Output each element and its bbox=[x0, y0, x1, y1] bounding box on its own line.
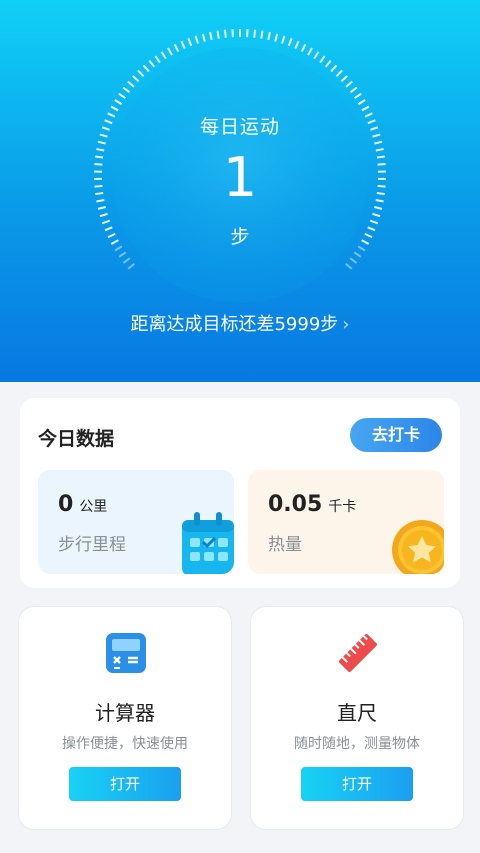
ruler-title: 直尺 bbox=[337, 701, 377, 725]
ring-tick bbox=[223, 29, 227, 38]
ring-tick bbox=[187, 38, 193, 47]
ring-tick bbox=[127, 80, 135, 88]
ruler-icon bbox=[339, 634, 377, 672]
ring-tick bbox=[216, 30, 220, 39]
ring-tick bbox=[160, 51, 167, 60]
ring-tick bbox=[267, 31, 271, 41]
calories-stat: 0.05 千卡 热量 bbox=[248, 470, 444, 574]
ring-tick bbox=[357, 99, 366, 105]
ring-tick bbox=[127, 262, 135, 270]
ring-tick bbox=[324, 59, 332, 68]
ring-tick bbox=[345, 262, 353, 270]
ring-tick bbox=[354, 92, 362, 99]
ring-tick bbox=[173, 43, 180, 53]
ring-tick bbox=[142, 64, 150, 73]
chevron-right-icon: › bbox=[342, 314, 350, 335]
ring-tick bbox=[335, 69, 343, 77]
ring-tick bbox=[137, 69, 145, 77]
hero-panel: 每日运动 1 步 距离达成目标还差5999步 › bbox=[0, 0, 480, 382]
ring-tick bbox=[294, 40, 300, 49]
distance-stat: 0 公里 步行里程 bbox=[38, 470, 234, 574]
ring-tick bbox=[154, 55, 161, 64]
check-in-button[interactable]: 去打卡 bbox=[350, 418, 442, 452]
distance-label: 步行里程 bbox=[58, 535, 126, 555]
ring-tick bbox=[97, 140, 106, 145]
distance-value-row: 0 公里 bbox=[58, 492, 107, 517]
ruler-description: 随时随地，测量物体 bbox=[294, 736, 420, 752]
ring-tick bbox=[253, 29, 257, 38]
today-data-card: 今日数据 去打卡 0 公里 步行里程 0.05 千卡 热量 bbox=[20, 398, 460, 588]
distance-value: 0 bbox=[58, 492, 74, 517]
ring-tick bbox=[132, 75, 140, 83]
ring-tick bbox=[167, 47, 173, 56]
ring-tick bbox=[372, 212, 381, 218]
ring-tick bbox=[287, 38, 293, 47]
ring-tick bbox=[274, 33, 279, 42]
ring-tick bbox=[281, 35, 286, 44]
ring-tick bbox=[340, 75, 348, 83]
calories-unit: 千卡 bbox=[328, 499, 357, 515]
calories-value-row: 0.05 千卡 bbox=[268, 492, 356, 517]
ring-tick bbox=[201, 33, 206, 42]
ring-tick bbox=[110, 105, 119, 112]
distance-unit: 公里 bbox=[79, 499, 108, 515]
today-data-title: 今日数据 bbox=[38, 428, 115, 450]
ring-tick bbox=[209, 31, 213, 41]
ring-tick bbox=[345, 80, 353, 88]
ring-tick bbox=[118, 92, 126, 99]
ruler-card[interactable]: 直尺 随时随地，测量物体 打开 bbox=[250, 606, 464, 830]
ring-tick bbox=[349, 257, 358, 264]
ring-tick bbox=[307, 47, 313, 56]
ring-tick bbox=[330, 64, 338, 73]
calories-label: 热量 bbox=[268, 535, 302, 555]
calories-value: 0.05 bbox=[268, 492, 323, 517]
ring-tick bbox=[122, 86, 131, 94]
calculator-title: 计算器 bbox=[95, 701, 155, 725]
ring-tick bbox=[300, 43, 307, 53]
step-unit: 步 bbox=[230, 226, 250, 248]
ring-tick bbox=[313, 51, 320, 60]
ring-tick bbox=[260, 30, 264, 39]
ruler-open-button[interactable]: 打开 bbox=[301, 767, 413, 801]
ring-tick bbox=[114, 99, 123, 105]
ring-tick bbox=[99, 212, 108, 218]
calculator-open-button[interactable]: 打开 bbox=[69, 767, 181, 801]
ring-tick bbox=[122, 257, 131, 264]
ring-tick bbox=[118, 251, 127, 258]
calculator-card[interactable]: 计算器 操作便捷，快速使用 打开 bbox=[18, 606, 232, 830]
calculator-description: 操作便捷，快速使用 bbox=[62, 736, 188, 752]
ring-tick bbox=[349, 86, 358, 94]
star-coin-icon bbox=[392, 520, 444, 574]
ring-tick bbox=[361, 105, 370, 112]
daily-exercise-title: 每日运动 bbox=[199, 116, 280, 138]
ring-tick bbox=[353, 251, 362, 258]
step-count: 1 bbox=[222, 146, 258, 209]
ring-tick bbox=[319, 55, 326, 64]
goal-remaining-link[interactable]: 距离达成目标还差5999步 › bbox=[0, 310, 480, 336]
calculator-icon bbox=[106, 633, 146, 673]
goal-remaining-text: 距离达成目标还差5999步 bbox=[130, 314, 339, 335]
ring-tick bbox=[194, 35, 199, 44]
ring-tick bbox=[374, 140, 383, 145]
calendar-icon bbox=[182, 512, 234, 574]
ring-tick bbox=[148, 59, 156, 68]
ring-tick bbox=[180, 40, 186, 49]
